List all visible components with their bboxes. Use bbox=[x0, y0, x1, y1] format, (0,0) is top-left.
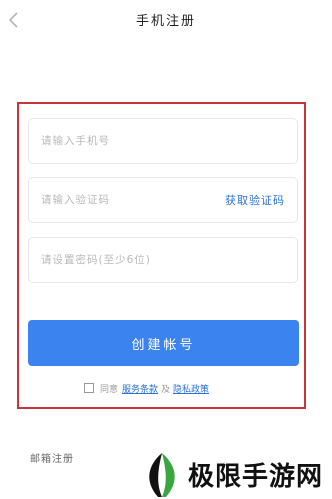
agree-and-text: 及 bbox=[161, 384, 171, 395]
agree-checkbox[interactable] bbox=[84, 383, 94, 393]
create-account-button[interactable]: 创建帐号 bbox=[28, 320, 299, 366]
email-register-link[interactable]: 邮箱注册 bbox=[30, 450, 74, 465]
leaf-logo-icon bbox=[149, 452, 175, 497]
phone-field[interactable] bbox=[28, 118, 298, 164]
watermark-text: 极限手游网 bbox=[188, 462, 324, 492]
page-title: 手机注册 bbox=[135, 14, 196, 29]
password-field[interactable] bbox=[28, 237, 298, 283]
verification-code-field[interactable]: 获取验证码 bbox=[28, 177, 298, 223]
agree-prefix: 同意 bbox=[100, 384, 119, 395]
get-code-button[interactable]: 获取验证码 bbox=[225, 192, 285, 208]
watermark: 极限手游网 bbox=[142, 450, 332, 499]
register-page: 手机注册 获取验证码 创建帐号 同意 服务条款 及 隐私政策 邮箱注册 极限手游… bbox=[0, 0, 332, 499]
agreement-row: 同意 服务条款 及 隐私政策 bbox=[84, 381, 209, 395]
privacy-link[interactable]: 隐私政策 bbox=[173, 382, 209, 395]
password-input[interactable] bbox=[41, 238, 281, 282]
verification-code-input[interactable] bbox=[41, 178, 211, 222]
terms-link[interactable]: 服务条款 bbox=[122, 382, 158, 395]
phone-input[interactable] bbox=[41, 119, 211, 163]
